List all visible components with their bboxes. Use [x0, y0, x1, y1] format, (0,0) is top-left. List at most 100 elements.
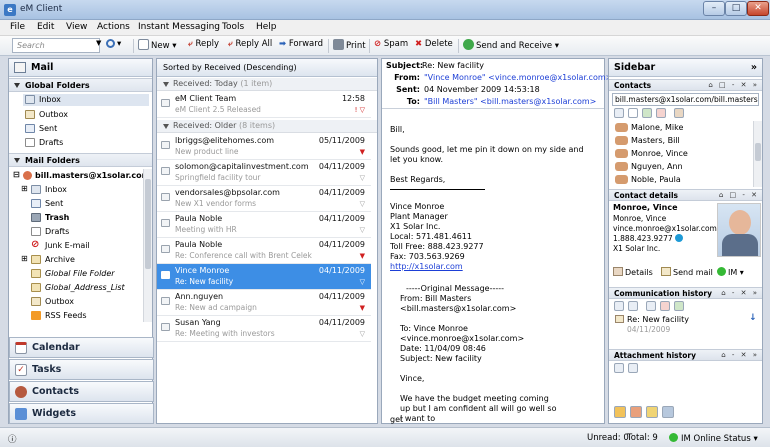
section-controls-icon[interactable]: ⌂ □ - ✕ [719, 191, 759, 199]
message-row[interactable]: solomon@capitalinvestment.com Springfiel… [157, 160, 371, 186]
to-value[interactable]: "Bill Masters" <bill.masters@x1solar.com… [424, 97, 596, 106]
menu-help[interactable]: Help [256, 22, 277, 32]
nav-contacts[interactable]: Contacts [9, 381, 154, 402]
flag-icon[interactable]: ▽ [360, 200, 365, 208]
search-dropdown-icon[interactable]: ▼ [96, 39, 101, 47]
folder-scrollbar[interactable] [143, 169, 152, 322]
sort-header[interactable]: Sorted by Received (Descending) [157, 59, 377, 77]
menu-instant-messaging[interactable]: Instant Messaging [138, 22, 220, 32]
folder-global-file-label: Global File Folder [45, 269, 115, 278]
menu-file[interactable]: File [10, 22, 25, 32]
spam-button[interactable]: ⊘ Spam [374, 39, 408, 49]
contact-item[interactable]: Monroe, Vince [631, 149, 688, 158]
flag-icon[interactable]: ▼ [360, 304, 365, 312]
history-question-icon[interactable] [646, 301, 656, 311]
contact-card-icon[interactable] [674, 108, 684, 118]
mail-folders-header[interactable]: Mail Folders [9, 153, 152, 167]
im-button[interactable]: IM ▾ [717, 267, 744, 277]
collapse-sidebar-icon[interactable]: » [751, 62, 757, 73]
nav-widgets[interactable]: Widgets [9, 403, 154, 424]
group-today[interactable]: Received: Today (1 item) [157, 78, 377, 91]
delete-button[interactable]: ✖ Delete [415, 39, 453, 49]
menu-tools[interactable]: Tools [222, 22, 244, 32]
menu-edit[interactable]: Edit [37, 22, 54, 32]
flag-icon[interactable]: ▼ [360, 148, 365, 156]
body-text: Sounds good, let me pin it down on my si… [390, 145, 584, 164]
history-download-icon[interactable]: ↓ [749, 313, 757, 323]
history-item[interactable]: Re: New facility [615, 315, 689, 324]
message-row[interactable]: Paula Noble Meeting with HR 04/11/2009 ▽ [157, 212, 371, 238]
message-row[interactable]: lbriggs@elitehomes.com New product line … [157, 134, 371, 160]
history-filter-icon[interactable] [614, 301, 624, 311]
eye-icon[interactable] [614, 108, 624, 118]
message-row[interactable]: Paula Noble Re: Conference call with Bre… [157, 238, 371, 264]
contact-details-button[interactable]: Details [613, 267, 653, 277]
history-info-icon[interactable] [628, 301, 638, 311]
contacts-widget-icon[interactable] [614, 406, 626, 418]
message-row[interactable]: Ann.nguyen Re: New ad campaign 04/11/200… [157, 290, 371, 316]
send-receive-button[interactable]: Send and Receive ▾ [463, 39, 559, 51]
flag-icon[interactable]: ▽ [360, 174, 365, 182]
search-input[interactable]: Search [12, 38, 100, 53]
history-calendar-icon[interactable] [660, 301, 670, 311]
nav-tasks[interactable]: ✓ Tasks [9, 359, 154, 380]
flag-icon[interactable]: ▽ [360, 226, 365, 234]
message-row[interactable]: eM Client Team eM Client 2.5 Released 12… [157, 92, 371, 118]
contact-item[interactable]: Malone, Mike [631, 123, 683, 132]
im-status-button[interactable]: IM Online Status ▾ [669, 433, 758, 444]
contact-item[interactable]: Masters, Bill [631, 136, 680, 145]
history-widget-icon[interactable] [646, 406, 658, 418]
nav-calendar-label: Calendar [32, 342, 80, 353]
skype-icon[interactable] [675, 234, 684, 242]
reply-all-button[interactable]: ⤶ Reply All [228, 39, 272, 49]
global-inbox-folder[interactable]: Inbox [23, 94, 149, 106]
message-from: lbriggs@elitehomes.com [175, 136, 275, 145]
menu-view[interactable]: View [66, 22, 87, 32]
minimize-button[interactable]: – [703, 1, 725, 16]
scroll-thumb[interactable] [755, 143, 761, 161]
section-controls-icon[interactable]: ⌂ - ✕ » [721, 351, 759, 359]
flag-icon[interactable]: ▼ [360, 252, 365, 260]
edit-contact-icon[interactable] [642, 108, 652, 118]
flag-icon[interactable]: ▽ [360, 330, 365, 338]
history-task-icon[interactable] [674, 301, 684, 311]
new-contact-icon[interactable] [628, 108, 638, 118]
contact-item[interactable]: Noble, Paula [631, 175, 681, 184]
menu-actions[interactable]: Actions [97, 22, 130, 32]
new-button[interactable]: New ▾ [138, 39, 177, 51]
message-row[interactable]: Susan Yang Re: Meeting with investors 04… [157, 316, 371, 342]
archive-icon [31, 255, 41, 264]
close-button[interactable]: ✕ [747, 1, 769, 16]
delete-contact-icon[interactable] [656, 108, 666, 118]
search-options-button[interactable]: ▾ [106, 39, 121, 49]
maximize-button[interactable]: □ [725, 1, 747, 16]
attachment-widget-icon[interactable] [662, 406, 674, 418]
send-mail-button[interactable]: Send mail [661, 267, 713, 277]
sig-website-link[interactable]: http://x1solar.com [390, 262, 590, 272]
scroll-thumb[interactable] [145, 179, 151, 269]
contacts-account-select[interactable]: bill.masters@x1solar.com/bill.masters [612, 93, 759, 106]
nav-tasks-label: Tasks [32, 364, 62, 375]
flag-icon[interactable]: ▽ [360, 278, 365, 286]
contact-item[interactable]: Nguyen, Ann [631, 162, 683, 171]
group-older[interactable]: Received: Older (8 items) [157, 120, 377, 133]
forward-button[interactable]: ➡ Forward [279, 39, 323, 49]
nav-calendar[interactable]: Calendar [9, 337, 154, 358]
contact-detail-email[interactable]: vince.monroe@x1solar.com [613, 224, 717, 234]
global-folders-header[interactable]: Global Folders [9, 78, 152, 92]
contacts-account-value: bill.masters@x1solar.com/bill.masters [615, 95, 758, 104]
attachment-filter-icon[interactable] [614, 363, 624, 373]
print-label: Print [346, 41, 366, 51]
from-value[interactable]: "Vince Monroe" <vince.monroe@x1solar.com… [424, 73, 612, 82]
section-controls-icon[interactable]: ⌂ - ✕ » [721, 289, 759, 297]
priority-flag-icon[interactable]: ! ▽ [355, 106, 365, 114]
section-controls-icon[interactable]: ⌂ □ - ✕ » [708, 81, 759, 89]
message-row[interactable]: vendorsales@bpsolar.com New X1 vendor fo… [157, 186, 371, 212]
trash-icon [31, 213, 41, 222]
print-button[interactable]: Print [333, 39, 366, 51]
message-row-selected[interactable]: Vince Monroe Re: New facility 04/11/2009… [157, 264, 371, 290]
details-widget-icon[interactable] [630, 406, 642, 418]
contacts-scrollbar[interactable] [753, 121, 762, 187]
reply-button[interactable]: ⤶ Reply [188, 39, 219, 49]
attachment-info-icon[interactable] [628, 363, 638, 373]
